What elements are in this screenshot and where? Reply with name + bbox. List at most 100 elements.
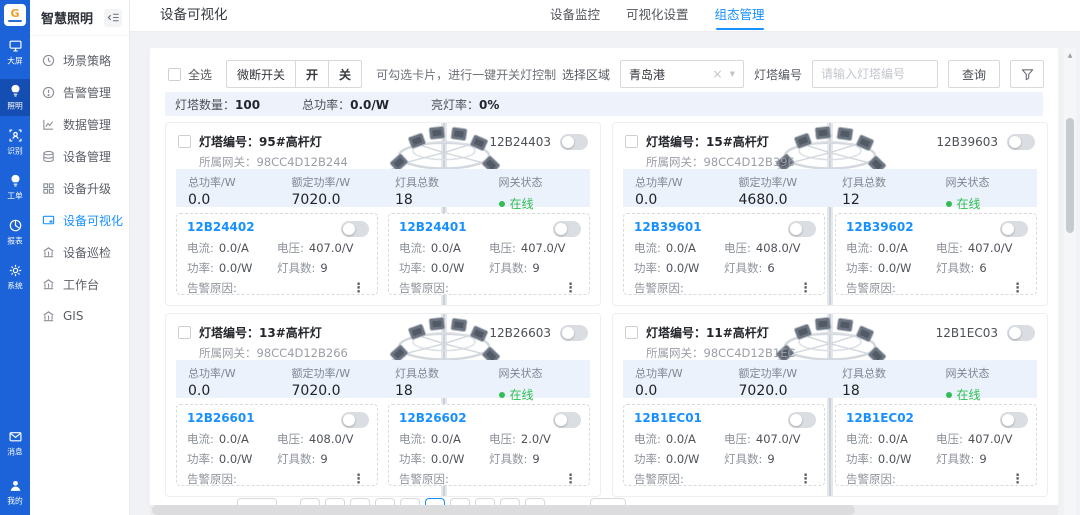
- status-badge: 在线: [510, 386, 534, 403]
- card-checkbox[interactable]: [178, 135, 191, 148]
- pagination-page[interactable]: [375, 498, 395, 505]
- stat-gateway-status: 网关状态在线: [934, 169, 1038, 207]
- more-actions-icon[interactable]: ⋮: [797, 281, 814, 296]
- branch-id: 12B26601: [187, 411, 255, 425]
- branch-switch-toggle[interactable]: [553, 221, 581, 237]
- scroll-up-icon[interactable]: ▲: [1064, 52, 1076, 59]
- sidebar-item-scene-strategy[interactable]: 场景策略: [30, 44, 129, 76]
- branch-switch-toggle[interactable]: [341, 221, 369, 237]
- branch-switch-toggle[interactable]: [788, 412, 816, 428]
- card-stats-strip: 总功率/W0.0 额定功率/W7020.0 灯具总数18 网关状态在线: [176, 360, 590, 398]
- pagination-page[interactable]: [475, 498, 495, 505]
- clear-icon[interactable]: ×: [713, 68, 723, 80]
- search-button[interactable]: 查询: [948, 60, 1000, 88]
- more-actions-icon[interactable]: ⋮: [562, 281, 579, 296]
- more-actions-icon[interactable]: ⋮: [350, 472, 367, 487]
- pagination-page[interactable]: [400, 498, 420, 505]
- branch-switch-toggle[interactable]: [1000, 221, 1028, 237]
- tower-card: 灯塔编号：95#高杆灯 所属网关：98CC4D12B244 12B24403 总…: [165, 122, 601, 306]
- filter-button[interactable]: [1010, 60, 1044, 88]
- branch-id: 12B39601: [634, 220, 702, 234]
- secondary-sidebar: 智慧照明 场景策略 告警管理 数据管理 设备管理: [30, 0, 130, 515]
- rail-item-lighting[interactable]: 照明: [0, 79, 30, 116]
- vertical-scrollbar-thumb[interactable]: [1066, 118, 1074, 233]
- branch-switch-toggle[interactable]: [341, 412, 369, 428]
- more-actions-icon[interactable]: ⋮: [562, 472, 579, 487]
- rail-item-system[interactable]: 系统: [0, 259, 30, 296]
- top-header: 设备可视化 设备监控 可视化设置 组态管理: [130, 0, 1080, 32]
- rail-item-recognition[interactable]: 识别: [0, 124, 30, 161]
- more-actions-icon[interactable]: ⋮: [797, 472, 814, 487]
- branch-switch-toggle[interactable]: [1000, 412, 1028, 428]
- branch-card: 12B39602 电流:0.0/A 电压:407.0/V 功率:0.0/W 灯具…: [835, 213, 1037, 295]
- online-dot: [946, 392, 952, 398]
- sidebar-item-label: 设备管理: [63, 148, 111, 165]
- more-actions-icon[interactable]: ⋮: [1009, 281, 1026, 296]
- tower-number-input[interactable]: [812, 60, 938, 88]
- pagination-page[interactable]: [325, 498, 345, 505]
- card-checkbox[interactable]: [625, 135, 638, 148]
- branch-lamps: 灯具数:6: [936, 260, 1026, 276]
- branch-card: 12B24401 电流:0.0/A 电压:407.0/V 功率:0.0/W 灯具…: [388, 213, 590, 295]
- pagination-page[interactable]: [525, 498, 545, 505]
- branch-switch-toggle[interactable]: [788, 221, 816, 237]
- tower-title: 灯塔编号：13#高杆灯: [199, 324, 348, 341]
- tower-card: 灯塔编号：11#高杆灯 所属网关：98CC4D12B1EC 12B1EC03 总…: [612, 313, 1048, 497]
- region-select[interactable]: 青岛港 × ▼: [620, 60, 744, 88]
- rail-item-workorder[interactable]: 工单: [0, 169, 30, 206]
- tower-switch-toggle[interactable]: [1007, 134, 1035, 150]
- more-actions-icon[interactable]: ⋮: [350, 281, 367, 296]
- sidebar-item-device-inspection[interactable]: 设备巡检: [30, 236, 129, 268]
- tab-configuration-management[interactable]: 组态管理: [715, 0, 765, 32]
- card-header: 灯塔编号：13#高杆灯 所属网关：98CC4D12B266 12B26603: [166, 314, 600, 361]
- rail-item-messages[interactable]: 消息: [0, 425, 30, 462]
- branch-current: 电流:0.0/A: [187, 431, 277, 447]
- app-root: G 大屏 照明 识别 工单 报表 系统 消息: [0, 0, 1080, 515]
- select-all-label: 全选: [188, 66, 212, 83]
- branch-lamps: 灯具数:9: [724, 451, 814, 467]
- sidebar-item-workbench[interactable]: 工作台: [30, 268, 129, 300]
- sidebar-item-data-management[interactable]: 数据管理: [30, 108, 129, 140]
- tab-device-monitoring[interactable]: 设备监控: [550, 0, 600, 32]
- rail-item-label: 系统: [7, 280, 22, 291]
- sidebar-item-device-upgrade[interactable]: 设备升级: [30, 172, 129, 204]
- bulb-icon: [9, 84, 22, 97]
- select-all-checkbox[interactable]: [168, 68, 181, 81]
- sidebar-item-alarm-management[interactable]: 告警管理: [30, 76, 129, 108]
- branch-id: 12B24401: [399, 220, 467, 234]
- rail-item-profile[interactable]: 我的: [0, 474, 30, 511]
- rail-item-report[interactable]: 报表: [0, 214, 30, 251]
- sidebar-item-gis[interactable]: GIS: [30, 300, 129, 332]
- pagination-prev[interactable]: [237, 498, 277, 505]
- branch-id: 12B39602: [846, 220, 914, 234]
- sidebar-item-device-visualization[interactable]: 设备可视化: [30, 204, 129, 236]
- branch-power: 功率:0.0/W: [846, 260, 936, 276]
- breaker-off-button[interactable]: 关: [328, 61, 361, 87]
- pagination-page[interactable]: [450, 498, 470, 505]
- card-checkbox[interactable]: [625, 326, 638, 339]
- breaker-on-button[interactable]: 开: [295, 61, 328, 87]
- tower-switch-toggle[interactable]: [560, 134, 588, 150]
- card-checkbox[interactable]: [178, 326, 191, 339]
- tower-switch-toggle[interactable]: [1007, 325, 1035, 341]
- collapse-sidebar-button[interactable]: [104, 9, 122, 27]
- tower-switch-toggle[interactable]: [560, 325, 588, 341]
- pagination-page[interactable]: [300, 498, 320, 505]
- tab-visualization-settings[interactable]: 可视化设置: [626, 0, 689, 32]
- vertical-scrollbar[interactable]: ▲ ▼: [1064, 48, 1076, 515]
- pagination-page[interactable]: [500, 498, 520, 505]
- more-actions-icon[interactable]: ⋮: [1009, 472, 1026, 487]
- rail-item-bigscreen[interactable]: 大屏: [0, 34, 30, 71]
- horizontal-scrollbar[interactable]: [150, 505, 1058, 515]
- status-badge: 在线: [510, 195, 534, 212]
- pagination-page-active[interactable]: [425, 498, 445, 505]
- sidebar-item-label: 工作台: [63, 276, 99, 293]
- horizontal-scrollbar-thumb[interactable]: [152, 505, 855, 515]
- sidebar-item-device-management[interactable]: 设备管理: [30, 140, 129, 172]
- stat-rated-power: 额定功率/W4680.0: [727, 169, 831, 207]
- total-power: 总功率：0.0/W: [302, 96, 389, 113]
- branch-switch-toggle[interactable]: [553, 412, 581, 428]
- pagination-page[interactable]: [350, 498, 370, 505]
- gear-icon: [9, 264, 22, 277]
- pagination-next[interactable]: [590, 498, 626, 505]
